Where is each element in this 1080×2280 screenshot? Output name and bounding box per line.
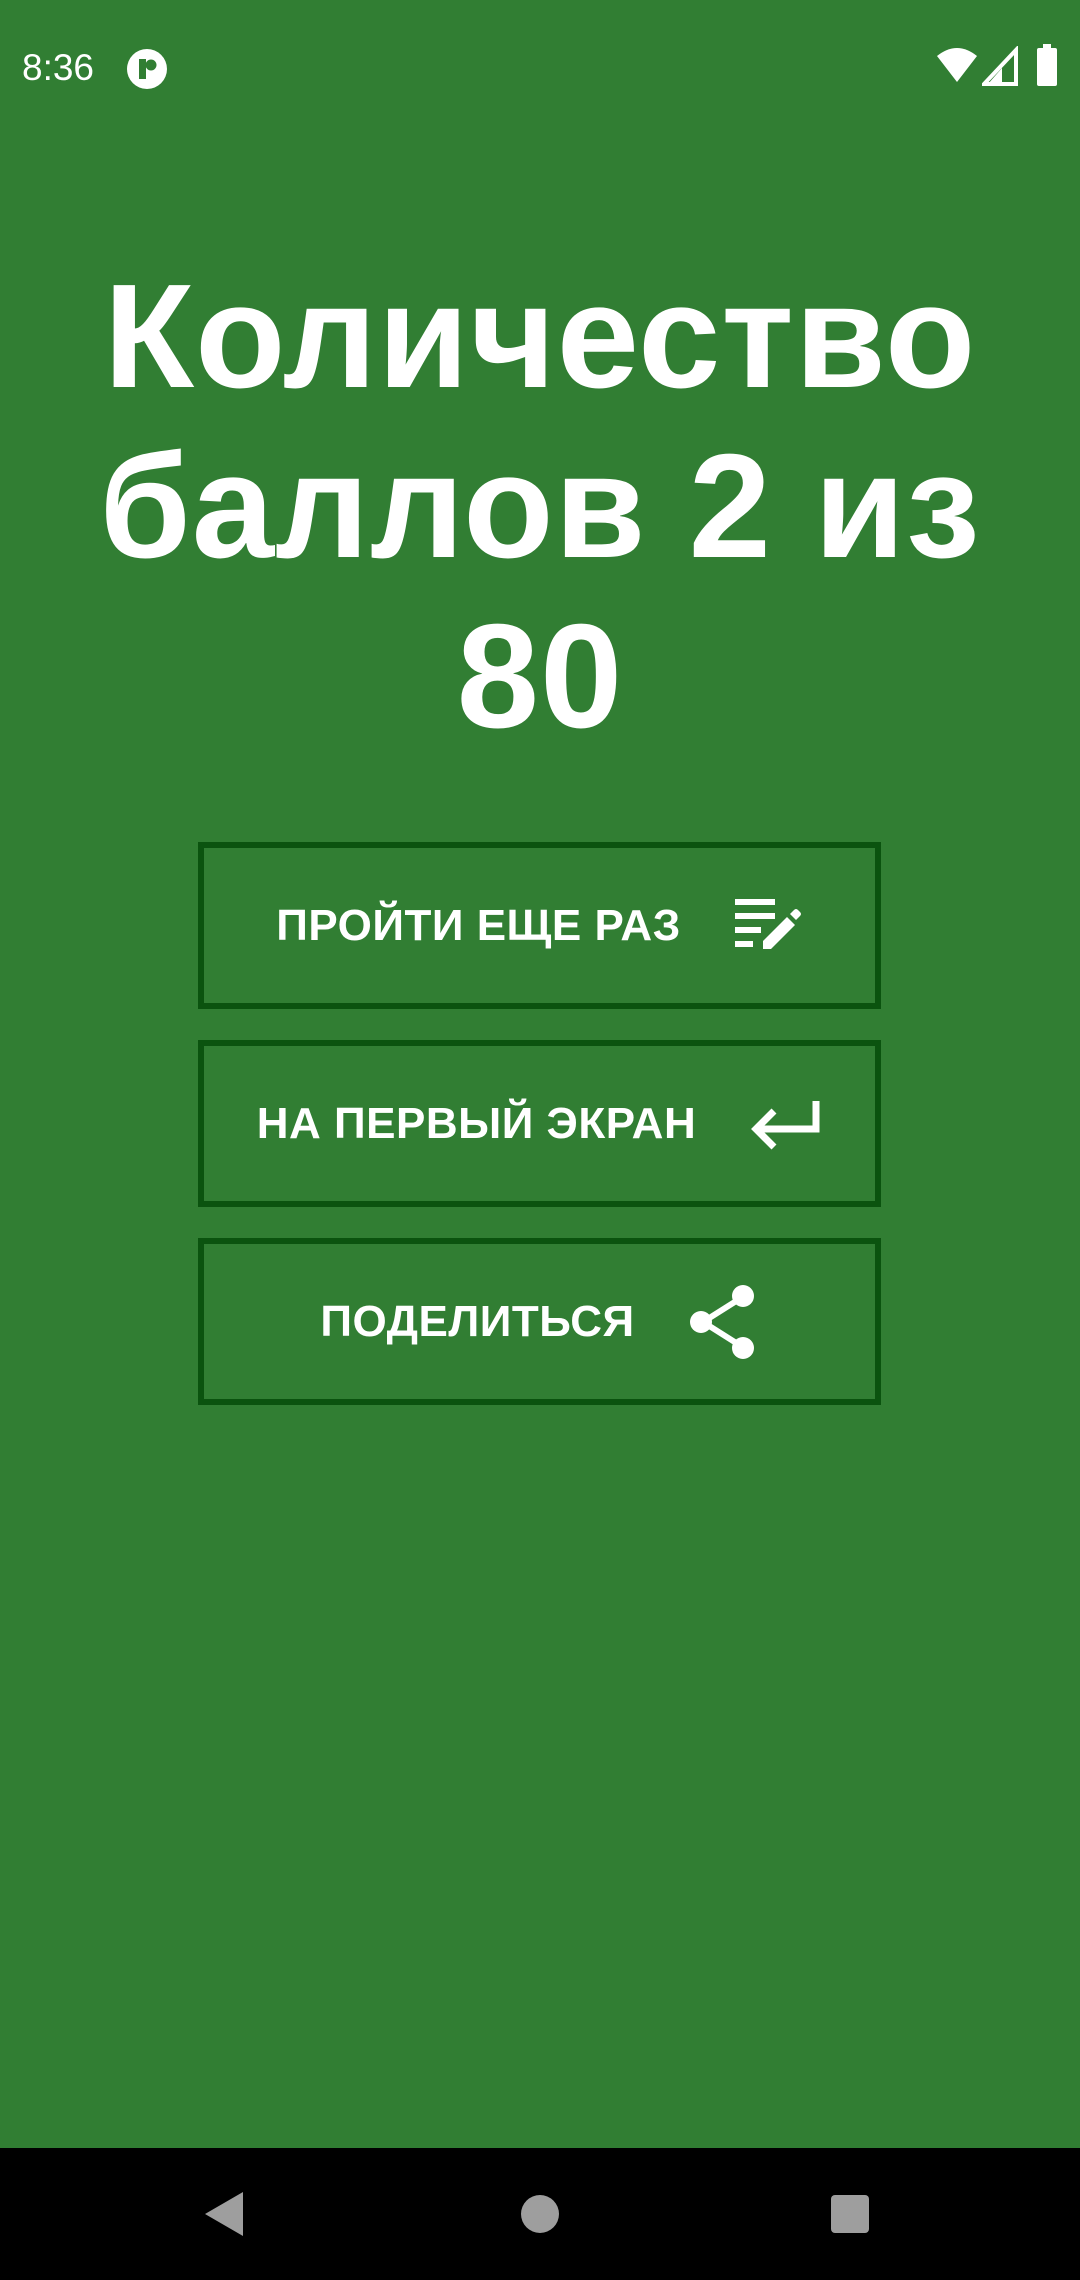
first-screen-button[interactable]: НА ПЕРВЫЙ ЭКРАН (198, 1040, 881, 1207)
navigation-bar (0, 2148, 1080, 2280)
score-title: Количество баллов 2 из 80 (99, 254, 981, 759)
wifi-icon (937, 48, 977, 82)
home-circle-icon[interactable] (520, 2194, 560, 2234)
battery-icon (1037, 44, 1057, 86)
status-bar: 8:36 (0, 0, 1080, 140)
quiz-result-screen: 8:36 Количество баллов 2 из 80 ПРОЙТИ ЕЩ… (0, 0, 1080, 2280)
share-icon (689, 1284, 754, 1359)
retry-button[interactable]: ПРОЙТИ ЕЩЕ РАЗ (198, 842, 881, 1009)
edit-list-icon (734, 898, 801, 949)
first-screen-button-label: НА ПЕРВЫЙ ЭКРАН (256, 1098, 697, 1148)
back-triangle-icon[interactable] (203, 2190, 247, 2238)
return-arrow-icon (751, 1100, 820, 1149)
status-time: 8:36 (22, 47, 95, 88)
app-notification-icon (127, 49, 167, 89)
share-button-label: ПОДЕЛИТЬСЯ (320, 1296, 635, 1346)
retry-button-label: ПРОЙТИ ЕЩЕ РАЗ (276, 900, 681, 950)
cell-signal-icon (982, 46, 1018, 86)
recents-square-icon[interactable] (830, 2194, 870, 2234)
share-button[interactable]: ПОДЕЛИТЬСЯ (198, 1238, 881, 1405)
